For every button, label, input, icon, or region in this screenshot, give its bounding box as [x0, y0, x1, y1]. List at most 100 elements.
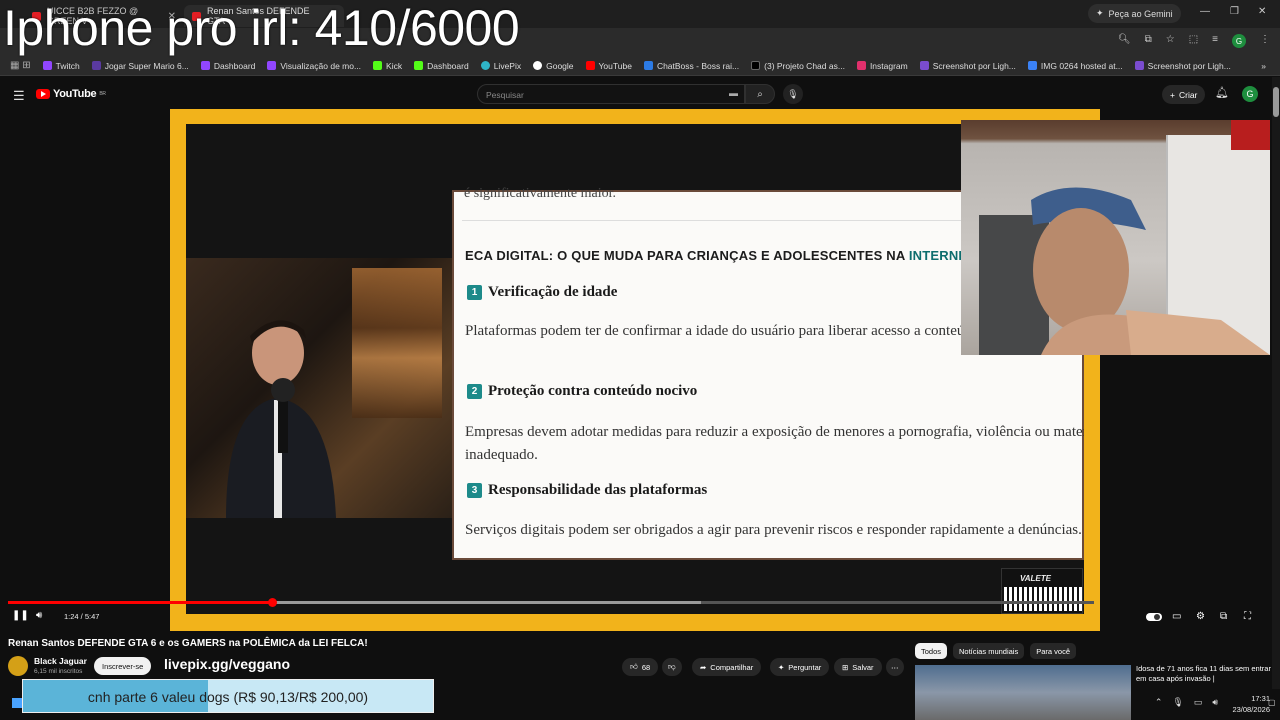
share-button[interactable]: ➦ Compartilhar	[692, 658, 762, 676]
create-button[interactable]: + Criar	[1162, 85, 1206, 104]
bookmark-item[interactable]: Jogar Super Mario 6...	[86, 61, 195, 71]
video-title: Renan Santos DEFENDE GTA 6 e os GAMERS n…	[8, 638, 368, 649]
keyboard-icon[interactable]: ▬	[729, 88, 738, 98]
video-progress-bar[interactable]	[8, 598, 1094, 607]
imgbb-icon	[1027, 61, 1037, 70]
microphone-tray-icon[interactable]: 🎙︎	[1172, 697, 1183, 708]
played-bar	[8, 601, 272, 604]
chip-for-you[interactable]: Para você	[1030, 643, 1076, 659]
dislike-button[interactable]: 👎︎	[662, 658, 682, 676]
bookmark-item[interactable]: Visualização de mo...	[261, 61, 367, 71]
video-time: 1:24 / 5:47	[64, 612, 100, 621]
bookmark-item[interactable]: IMG 0264 hosted at...	[1022, 61, 1129, 71]
more-actions-button[interactable]: ⋯	[886, 658, 904, 676]
menu-kebab-icon[interactable]: ⋮	[1260, 34, 1270, 48]
guest-figure	[226, 320, 336, 518]
qr-code	[1004, 587, 1082, 611]
google-icon	[533, 61, 543, 70]
bookmark-item[interactable]: Screenshot por Ligh...	[914, 61, 1022, 71]
autoplay-toggle[interactable]	[1146, 613, 1162, 621]
subtitles-icon[interactable]: ▭	[1172, 611, 1181, 622]
menu-hamburger-icon[interactable]: ☰	[13, 88, 25, 104]
bookmark-item[interactable]: YouTube	[580, 61, 638, 71]
bookmark-item[interactable]: LivePix	[475, 61, 527, 71]
chatboss-icon	[643, 61, 653, 70]
network-icon[interactable]: ▭	[1194, 697, 1203, 708]
youtube-logo[interactable]: YouTube BR	[36, 88, 106, 100]
livepix-icon	[480, 61, 490, 70]
recommendation-chips: Todos Notícias mundiais Para você	[915, 643, 1076, 659]
fullscreen-icon[interactable]: ⛶	[1244, 611, 1251, 622]
channel-name[interactable]: Black Jaguar	[34, 656, 87, 666]
close-window-icon[interactable]: ✕	[1258, 6, 1266, 17]
system-tray: ⌃ 🎙︎ ▭ 🔊︎	[1155, 697, 1218, 708]
notifications-bell-icon[interactable]: 🔔︎	[1215, 86, 1229, 99]
subscribe-button[interactable]: Inscrever-se	[94, 657, 152, 675]
maximize-icon[interactable]: ❐	[1230, 6, 1239, 17]
bookmark-item[interactable]: Instagram	[851, 61, 914, 71]
livepix-overlay-text: livepix.gg/veggano	[164, 656, 291, 672]
channel-avatar[interactable]	[8, 656, 28, 676]
microphone-icon: 🎙︎	[787, 88, 799, 99]
ask-button[interactable]: ✦ Perguntar	[770, 658, 830, 676]
like-button[interactable]: 👍︎ 68	[622, 658, 659, 676]
bookmark-item[interactable]: Dashboard	[408, 61, 475, 71]
voice-search-button[interactable]: 🎙︎	[783, 84, 803, 104]
bookmark-item[interactable]: (3) Projeto Chad as...	[745, 61, 851, 71]
chip-all[interactable]: Todos	[915, 643, 948, 659]
like-count: 68	[641, 662, 651, 672]
bookmark-item[interactable]: Dashboard	[195, 61, 262, 71]
taskbar-clock[interactable]: 17:31 23/08/2026	[1232, 693, 1270, 715]
recommended-video-title[interactable]: Idosa de 71 anos fica 11 dias sem entrar…	[1136, 664, 1276, 684]
instagram-icon	[856, 61, 866, 70]
settings-gear-icon[interactable]: ⚙	[1196, 611, 1205, 622]
chevron-up-icon[interactable]: ⌃	[1155, 697, 1163, 708]
chip-world-news[interactable]: Notícias mundiais	[953, 643, 1025, 659]
streamer-webcam	[961, 120, 1270, 355]
save-button[interactable]: ⊞ Salvar	[834, 658, 882, 676]
cast-icon[interactable]: ⧉	[1145, 34, 1152, 48]
gemini-icon: ✦	[1096, 8, 1104, 18]
ask-gemini-button[interactable]: ✦ Peça ao Gemini	[1088, 4, 1181, 23]
more-bookmarks-icon[interactable]: »	[1255, 61, 1280, 71]
pause-icon[interactable]: ❚❚	[12, 610, 29, 621]
profile-avatar[interactable]: G	[1232, 34, 1246, 48]
twitch-icon	[267, 61, 277, 70]
bookmark-item[interactable]: ChatBoss - Boss rai...	[638, 61, 745, 71]
bookmark-item[interactable]: Screenshot por Ligh...	[1129, 61, 1237, 71]
extensions-icon[interactable]: ⬚	[1189, 34, 1198, 48]
slide-top-text: é significativamente maior.	[464, 186, 617, 201]
notifications-icon[interactable]: ▢	[1268, 698, 1276, 707]
bookmark-icon: ⊞	[842, 662, 849, 672]
gemini-label: Peça ao Gemini	[1108, 8, 1173, 19]
bookmark-star-icon[interactable]: ☆	[1166, 34, 1175, 48]
search-button[interactable]: ⌕	[745, 84, 775, 104]
speaker-icon[interactable]: 🔊︎	[1212, 697, 1218, 708]
page-scrollbar[interactable]	[1272, 77, 1280, 689]
clock-time: 17:31	[1251, 694, 1270, 703]
windows-start-icon[interactable]	[12, 698, 22, 708]
region-code: BR	[99, 91, 106, 97]
volume-icon[interactable]: 🔊︎	[36, 610, 42, 621]
slide-heading-text: ECA DIGITAL: O QUE MUDA PARA CRIANÇAS E …	[465, 248, 909, 263]
section-title: 1 Verificação de idade	[467, 284, 617, 301]
share-icon: ➦	[700, 662, 707, 672]
sparkle-icon: ✦	[778, 662, 785, 672]
bookmark-item[interactable]: Kick	[367, 61, 408, 71]
create-label: Criar	[1178, 89, 1198, 100]
bookmark-item[interactable]: Twitch	[37, 61, 86, 71]
youtube-avatar[interactable]: G	[1242, 86, 1258, 102]
search-input[interactable]: Pesquisar	[477, 84, 745, 104]
media-controls-icon[interactable]: ≡	[1212, 34, 1218, 48]
apps-icon[interactable]: ▦ ⊞	[4, 60, 37, 71]
scrubber-handle[interactable]	[267, 598, 277, 607]
zoom-icon[interactable]: 🔍︎	[1118, 34, 1131, 48]
thumbs-up-icon: 👍︎	[630, 662, 638, 671]
minimize-icon[interactable]: —	[1200, 6, 1210, 17]
section-body: Serviços digitais podem ser obrigados a …	[465, 522, 1082, 538]
save-label: Salvar	[852, 662, 874, 672]
bookmark-item[interactable]: Google	[527, 61, 579, 71]
scrollbar-thumb[interactable]	[1273, 87, 1279, 117]
taskbar	[0, 690, 1280, 720]
miniplayer-icon[interactable]: ⧉	[1220, 611, 1227, 622]
